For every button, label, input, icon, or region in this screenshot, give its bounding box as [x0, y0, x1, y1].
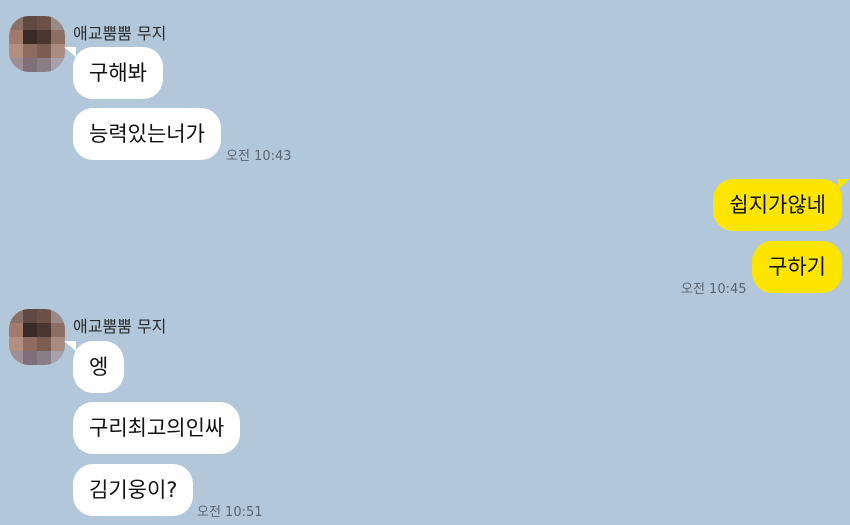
sender-avatar[interactable] — [9, 309, 65, 365]
sender-avatar[interactable] — [9, 16, 65, 72]
bubble-tail — [64, 47, 76, 57]
message-timestamp: 오전 10:43 — [226, 149, 292, 164]
bubble-tail — [838, 179, 850, 189]
message-bubble[interactable]: 엥 — [73, 341, 125, 393]
message-bubble[interactable]: 김기웅이? — [73, 464, 194, 516]
chat-room[interactable]: 애교뿜뿜 무지 구해봐 능력있는너가 오전 10:43 쉽지가않네 구하기 오전… — [0, 0, 850, 525]
sender-name: 애교뿜뿜 무지 — [73, 317, 167, 336]
message-bubble[interactable]: 능력있는너가 — [73, 108, 221, 160]
sender-name: 애교뿜뿜 무지 — [73, 24, 167, 43]
message-bubble[interactable]: 구해봐 — [73, 47, 163, 99]
message-timestamp: 오전 10:51 — [197, 505, 263, 520]
message-timestamp: 오전 10:45 — [681, 282, 747, 297]
message-bubble[interactable]: 구리최고의인싸 — [73, 402, 241, 454]
my-message-bubble[interactable]: 쉽지가않네 — [713, 179, 842, 231]
bubble-tail — [64, 341, 76, 351]
my-message-bubble[interactable]: 구하기 — [752, 241, 842, 293]
